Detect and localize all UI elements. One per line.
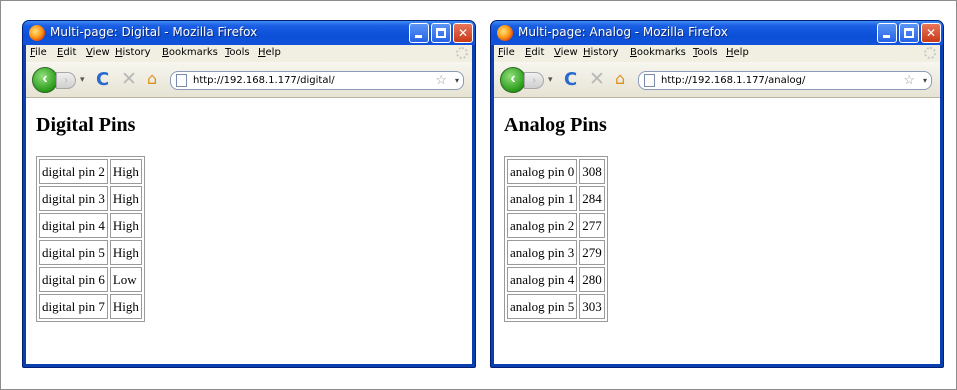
url-text[interactable]: http://192.168.1.177/digital/ <box>193 75 335 86</box>
history-dropdown-icon[interactable]: ▾ <box>80 74 85 85</box>
menu-view[interactable]: View <box>86 47 110 58</box>
menu-view[interactable]: View <box>554 47 578 58</box>
page-icon <box>176 74 187 87</box>
table-row: analog pin 3 279 <box>507 240 605 265</box>
table-row: analog pin 4 280 <box>507 267 605 292</box>
back-arrow-icon[interactable]: ‹ <box>500 67 526 93</box>
menu-tools[interactable]: Tools <box>225 47 250 58</box>
close-icon[interactable]: ✕ <box>921 23 941 43</box>
pin-name: digital pin 4 <box>39 213 108 238</box>
page-icon <box>644 74 655 87</box>
reload-icon[interactable]: C <box>564 69 577 90</box>
menu-bar: File Edit View History Bookmarks Tools H… <box>494 45 940 62</box>
star-icon[interactable]: ☆ <box>435 72 447 88</box>
table-row: digital pin 4 High <box>39 213 142 238</box>
page-heading: Digital Pins <box>36 114 136 136</box>
table-row: digital pin 5 High <box>39 240 142 265</box>
pin-value: 284 <box>579 186 605 211</box>
page-content: Analog Pins analog pin 0 308 analog pin 1… <box>494 98 940 364</box>
url-bar[interactable]: http://192.168.1.177/analog/ ☆ ▾ <box>638 71 932 90</box>
stop-icon[interactable]: ✕ <box>589 68 605 90</box>
table-row: analog pin 2 277 <box>507 213 605 238</box>
table-row: digital pin 7 High <box>39 294 142 319</box>
pin-value: 277 <box>579 213 605 238</box>
menu-edit[interactable]: Edit <box>57 47 76 58</box>
navigation-toolbar: ‹ › ▾ C ✕ ⌂ http://192.168.1.177/digital… <box>26 62 472 98</box>
close-icon[interactable]: ✕ <box>453 23 473 43</box>
table-row: analog pin 0 308 <box>507 159 605 184</box>
menu-bookmarks[interactable]: Bookmarks <box>630 47 686 58</box>
pin-value: High <box>109 159 142 184</box>
url-dropdown-icon[interactable]: ▾ <box>923 76 927 85</box>
pin-value: High <box>109 213 142 238</box>
history-dropdown-icon[interactable]: ▾ <box>548 74 553 85</box>
navigation-toolbar: ‹ › ▾ C ✕ ⌂ http://192.168.1.177/analog/… <box>494 62 940 98</box>
minimize-icon[interactable] <box>409 23 429 43</box>
menu-help[interactable]: Help <box>726 47 749 58</box>
page-content: Digital Pins digital pin 2 High digital p… <box>26 98 472 364</box>
pin-name: analog pin 3 <box>507 240 578 265</box>
pin-value: 303 <box>579 294 605 319</box>
menu-tools[interactable]: Tools <box>693 47 718 58</box>
pin-value: High <box>109 294 142 319</box>
pin-name: digital pin 3 <box>39 186 108 211</box>
pin-name: analog pin 4 <box>507 267 578 292</box>
table-row: digital pin 6 Low <box>39 267 142 292</box>
url-bar[interactable]: http://192.168.1.177/digital/ ☆ ▾ <box>170 71 464 90</box>
pin-name: digital pin 7 <box>39 294 108 319</box>
home-icon[interactable]: ⌂ <box>615 69 625 88</box>
star-icon[interactable]: ☆ <box>903 72 915 88</box>
throbber-icon <box>924 47 936 59</box>
firefox-logo-icon <box>29 25 45 41</box>
pin-value: 280 <box>579 267 605 292</box>
pin-value: 308 <box>579 159 605 184</box>
table-row: analog pin 1 284 <box>507 186 605 211</box>
menu-history[interactable]: History <box>115 47 151 58</box>
pin-value: 279 <box>579 240 605 265</box>
pin-value: Low <box>109 267 142 292</box>
pin-name: analog pin 5 <box>507 294 578 319</box>
back-arrow-icon[interactable]: ‹ <box>32 67 58 93</box>
window-title: Multi-page: Analog - Mozilla Firefox <box>518 25 728 39</box>
browser-window-analog: Multi-page: Analog - Mozilla Firefox ✕ F… <box>490 20 944 368</box>
menu-edit[interactable]: Edit <box>525 47 544 58</box>
throbber-icon <box>456 47 468 59</box>
title-bar[interactable]: Multi-page: Analog - Mozilla Firefox ✕ <box>491 21 943 45</box>
menu-bookmarks[interactable]: Bookmarks <box>162 47 218 58</box>
pins-table: analog pin 0 308 analog pin 1 284 analog p… <box>504 156 608 322</box>
menu-file[interactable]: File <box>498 47 515 58</box>
pin-name: analog pin 2 <box>507 213 578 238</box>
pins-table: digital pin 2 High digital pin 3 High digi… <box>36 156 145 322</box>
pin-name: analog pin 0 <box>507 159 578 184</box>
url-dropdown-icon[interactable]: ▾ <box>455 76 459 85</box>
menu-help[interactable]: Help <box>258 47 281 58</box>
reload-icon[interactable]: C <box>96 69 109 90</box>
menu-bar: File Edit View History Bookmarks Tools H… <box>26 45 472 62</box>
pin-value: High <box>109 186 142 211</box>
maximize-icon[interactable] <box>431 23 451 43</box>
pin-name: analog pin 1 <box>507 186 578 211</box>
page-heading: Analog Pins <box>504 114 607 136</box>
window-title: Multi-page: Digital - Mozilla Firefox <box>50 25 258 39</box>
pin-name: digital pin 5 <box>39 240 108 265</box>
table-row: digital pin 3 High <box>39 186 142 211</box>
table-row: analog pin 5 303 <box>507 294 605 319</box>
minimize-icon[interactable] <box>877 23 897 43</box>
forward-arrow-icon[interactable]: › <box>56 72 76 89</box>
stop-icon[interactable]: ✕ <box>121 68 137 90</box>
table-row: digital pin 2 High <box>39 159 142 184</box>
home-icon[interactable]: ⌂ <box>147 69 157 88</box>
menu-history[interactable]: History <box>583 47 619 58</box>
url-text[interactable]: http://192.168.1.177/analog/ <box>661 75 805 86</box>
pin-name: digital pin 6 <box>39 267 108 292</box>
title-bar[interactable]: Multi-page: Digital - Mozilla Firefox ✕ <box>23 21 475 45</box>
maximize-icon[interactable] <box>899 23 919 43</box>
browser-window-digital: Multi-page: Digital - Mozilla Firefox ✕ … <box>22 20 476 368</box>
pin-value: High <box>109 240 142 265</box>
pin-name: digital pin 2 <box>39 159 108 184</box>
menu-file[interactable]: File <box>30 47 47 58</box>
forward-arrow-icon[interactable]: › <box>524 72 544 89</box>
firefox-logo-icon <box>497 25 513 41</box>
